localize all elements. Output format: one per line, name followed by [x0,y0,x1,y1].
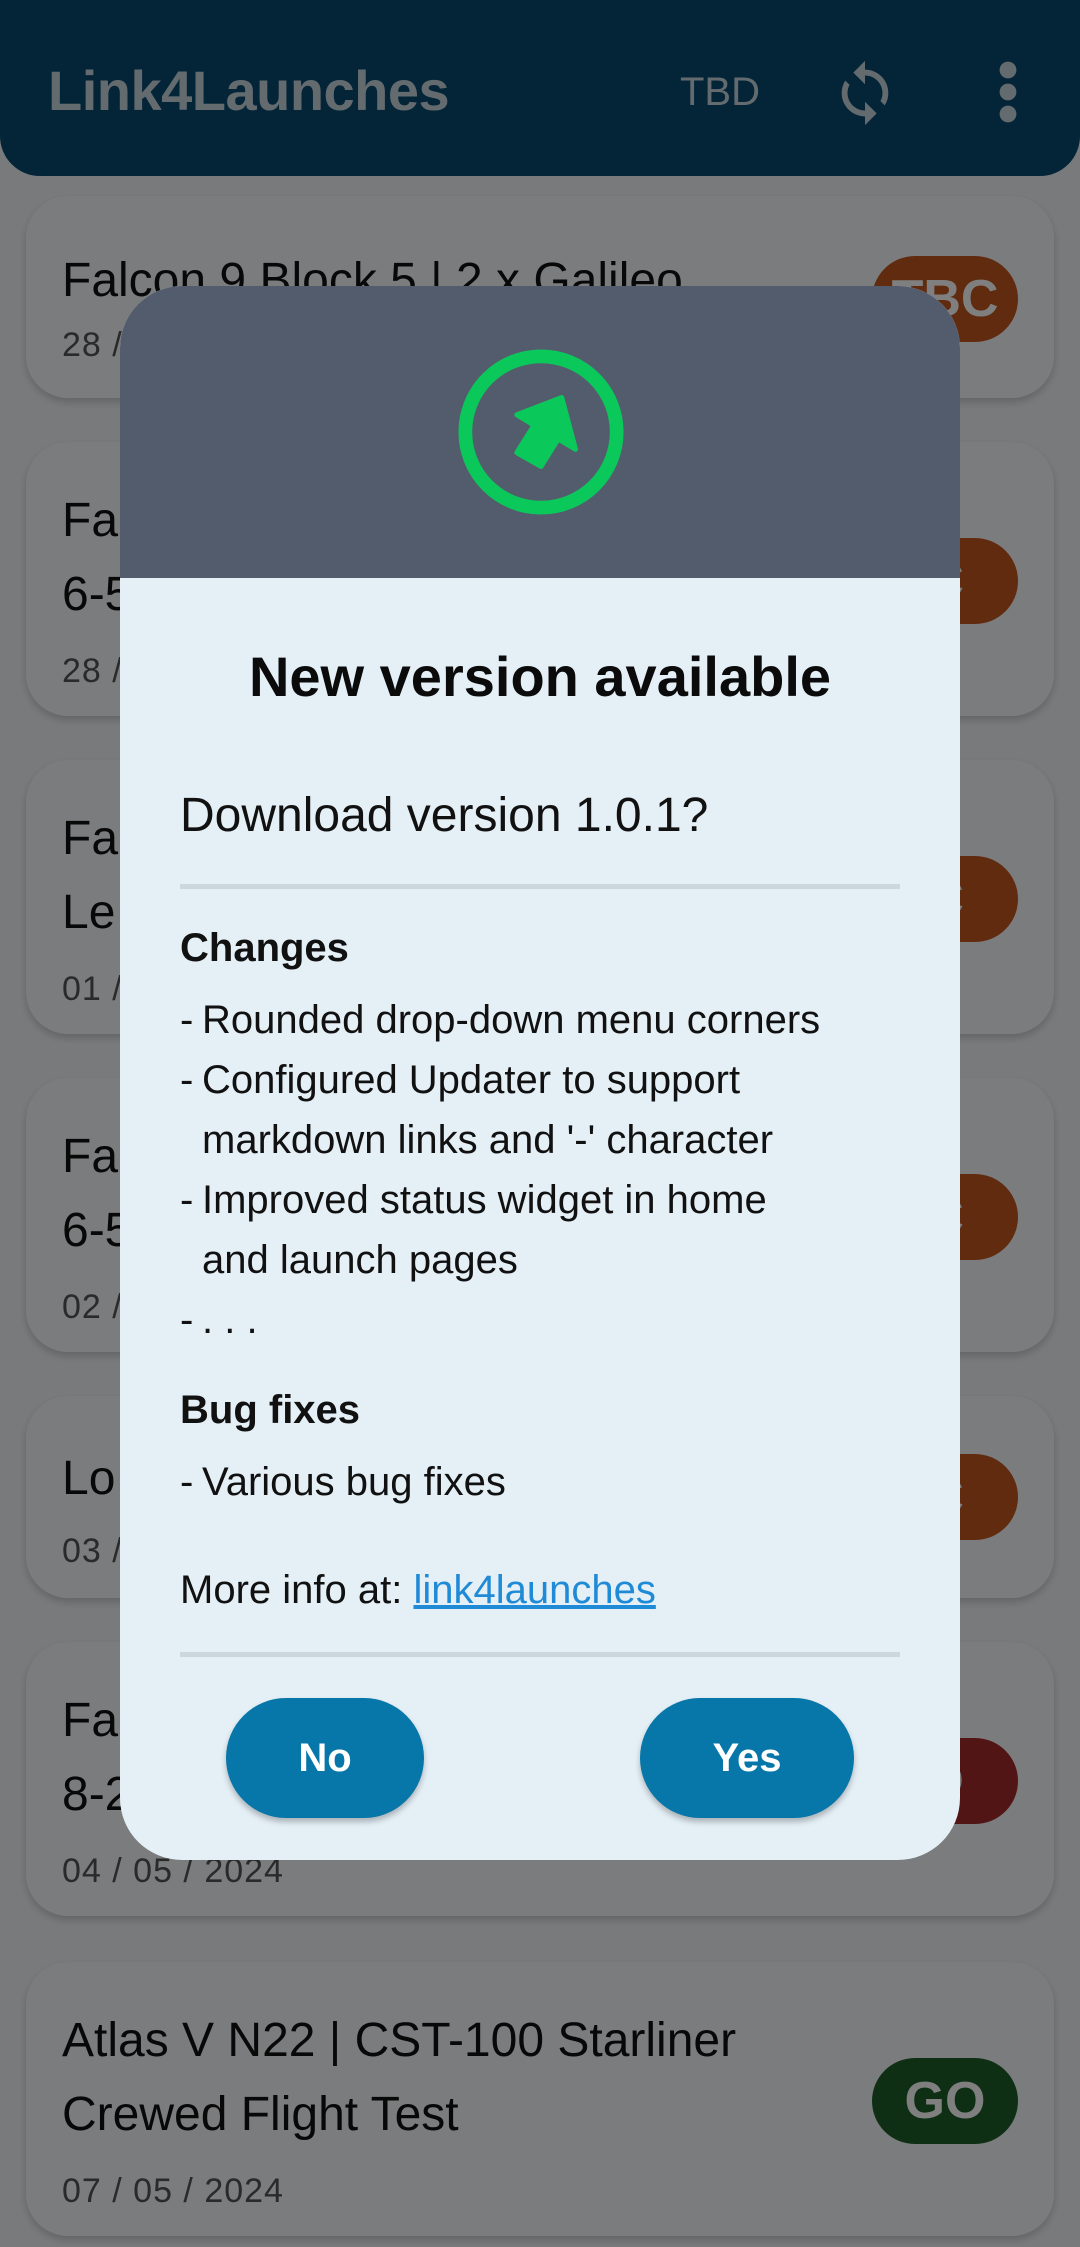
changelog-item: - . . . [180,1290,900,1350]
list-dash: - [180,1178,194,1222]
list-dash: - [180,1058,194,1102]
yes-button[interactable]: Yes [640,1698,854,1818]
changelog-item: markdown links and '-' character [180,1110,900,1170]
more-info: More info at: link4launches [180,1568,656,1613]
changelog-item: - Configured Updater to support [180,1050,900,1110]
list-dash: - [180,998,194,1042]
no-button[interactable]: No [226,1698,424,1818]
more-info-label: More info at: [180,1568,403,1612]
list-dash: - [180,1298,194,1342]
update-dialog: New version available Download version 1… [120,286,960,1860]
changelog-text: markdown links and '-' character [202,1118,774,1162]
divider [180,884,900,889]
bugfix-text: Various bug fixes [202,1460,506,1504]
changelog-item: and launch pages [180,1230,900,1290]
changelog-text: Improved status widget in home [202,1178,767,1222]
bugfix-item: - Various bug fixes [180,1452,900,1512]
list-dash [180,1230,202,1290]
changelog-text: Rounded drop-down menu corners [202,998,821,1042]
changes-heading: Changes [180,926,349,970]
dialog-header [120,286,960,578]
changelog-item: - Improved status widget in home [180,1170,900,1230]
update-arrow-icon [458,349,624,515]
list-dash: - [180,1460,194,1504]
more-info-link[interactable]: link4launches [413,1568,655,1612]
dialog-title: New version available [248,645,832,708]
changelog-text: . . . [202,1298,258,1342]
changelog-text: Configured Updater to support [202,1058,741,1102]
divider [180,1652,900,1657]
changelog-text: and launch pages [202,1238,518,1282]
dialog-question: Download version 1.0.1? [180,789,709,842]
list-dash [180,1110,202,1170]
bugfix-heading: Bug fixes [180,1388,361,1432]
changelog-item: - Rounded drop-down menu corners [180,990,900,1050]
